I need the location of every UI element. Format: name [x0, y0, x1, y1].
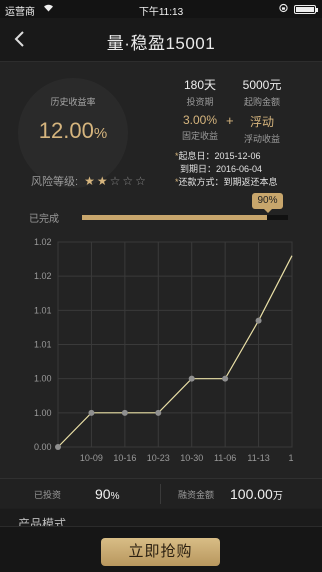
- risk-level: 风险等级: ★ ★ ☆ ☆ ☆: [31, 173, 146, 189]
- data-point: [55, 444, 61, 450]
- risk-label: 风险等级:: [31, 176, 79, 188]
- min-amount-value: 5000元: [242, 78, 282, 92]
- nav-bar: 量·稳盈15001: [0, 18, 322, 62]
- star-filled-icon: ★: [84, 174, 95, 188]
- y-tick-label: 1.00: [34, 408, 52, 418]
- divider: [160, 484, 161, 504]
- data-point: [121, 409, 128, 416]
- term-value: 180天: [183, 78, 217, 92]
- star-filled-icon: ★: [96, 174, 108, 188]
- status-time: 下午11:13: [138, 7, 184, 18]
- battery-icon: [294, 5, 318, 14]
- info-line: *起息日：2015-12-06: [175, 151, 261, 161]
- y-tick-label: 1.02: [34, 271, 52, 281]
- buy-now-button[interactable]: 立即抢购: [101, 538, 220, 566]
- y-tick-label: 1.01: [34, 340, 52, 350]
- rate-circle: 历史收益率 12.00%: [18, 78, 128, 188]
- info-line: *还款方式：到期返还本息: [175, 177, 278, 187]
- float-yield-value: 浮动: [249, 115, 274, 129]
- orientation-lock-icon: [279, 3, 288, 13]
- x-tick-label: 11-06: [214, 453, 236, 463]
- funding-row: 已投资 90% 融资金额 100.00万: [0, 478, 322, 508]
- x-tick-label: 11-13: [247, 453, 269, 463]
- y-tick-label: 0.00: [34, 442, 52, 452]
- footer-bar: 立即抢购: [0, 526, 322, 572]
- data-point: [88, 409, 95, 416]
- min-amount-stat: 5000元 起购金额: [234, 76, 290, 108]
- data-point: [255, 317, 262, 324]
- min-amount-label: 起购金额: [243, 97, 280, 107]
- rate-value: 12.00%: [38, 118, 108, 143]
- invested-label: 已投资: [34, 490, 62, 500]
- x-tick-label: 10-16: [113, 453, 136, 463]
- star-empty-icon: ☆: [135, 174, 146, 188]
- plus-sign: +: [226, 113, 234, 128]
- y-tick-label: 1.02: [34, 238, 52, 247]
- amount-value: 100.00万: [230, 486, 283, 502]
- x-tick-label: 10-09: [80, 453, 103, 463]
- info-line: 到期日：2016-06-04: [180, 164, 263, 174]
- float-yield-label: 浮动收益: [243, 134, 280, 144]
- status-bar: 运营商 下午11:13: [0, 0, 322, 18]
- term-stat: 180天 投资期: [172, 76, 228, 108]
- earnings-chart: 1.02 1.02 1.01 1.01 1.00 1.00 0.00 10-09 10-16 10…: [34, 238, 294, 463]
- date-info: *起息日：2015-12-06 到期日：2016-06-04 *还款方式：到期返…: [175, 150, 278, 189]
- amount-label: 融资金额: [178, 490, 215, 500]
- progress-fill: [82, 215, 268, 220]
- fixed-yield-stat: 3.00% 固定收益: [172, 113, 228, 142]
- series-line: [57, 255, 293, 448]
- page-title: 量·稳盈15001: [106, 34, 216, 53]
- data-point: [222, 375, 229, 382]
- invested-value: 90%: [95, 486, 120, 502]
- data-point: [155, 409, 162, 416]
- risk-stars: ★ ★ ☆ ☆ ☆: [84, 175, 146, 187]
- y-tick-label: 1.00: [34, 374, 52, 384]
- data-point: [188, 375, 195, 382]
- float-yield-stat: 浮动 浮动收益: [234, 113, 290, 145]
- progress-bubble: 90%: [252, 193, 283, 213]
- progress-track: [82, 215, 288, 220]
- x-tick-label: 10-30: [180, 453, 203, 463]
- rate-label: 历史收益率: [50, 97, 96, 107]
- star-empty-icon: ☆: [122, 174, 134, 188]
- product-summary: 历史收益率 12.00% 风险等级: ★ ★ ☆ ☆ ☆ 180天 投资期 5000元 …: [0, 62, 322, 492]
- fixed-yield-value: 3.00%: [182, 113, 218, 127]
- fixed-yield-label: 固定收益: [181, 131, 218, 141]
- x-tick-label: 1: [288, 453, 293, 463]
- term-label: 投资期: [186, 97, 214, 107]
- x-tick-label: 10-23: [147, 453, 170, 463]
- progress-label: 已完成: [29, 214, 59, 225]
- star-empty-icon: ☆: [109, 174, 121, 188]
- y-tick-label: 1.01: [34, 305, 52, 315]
